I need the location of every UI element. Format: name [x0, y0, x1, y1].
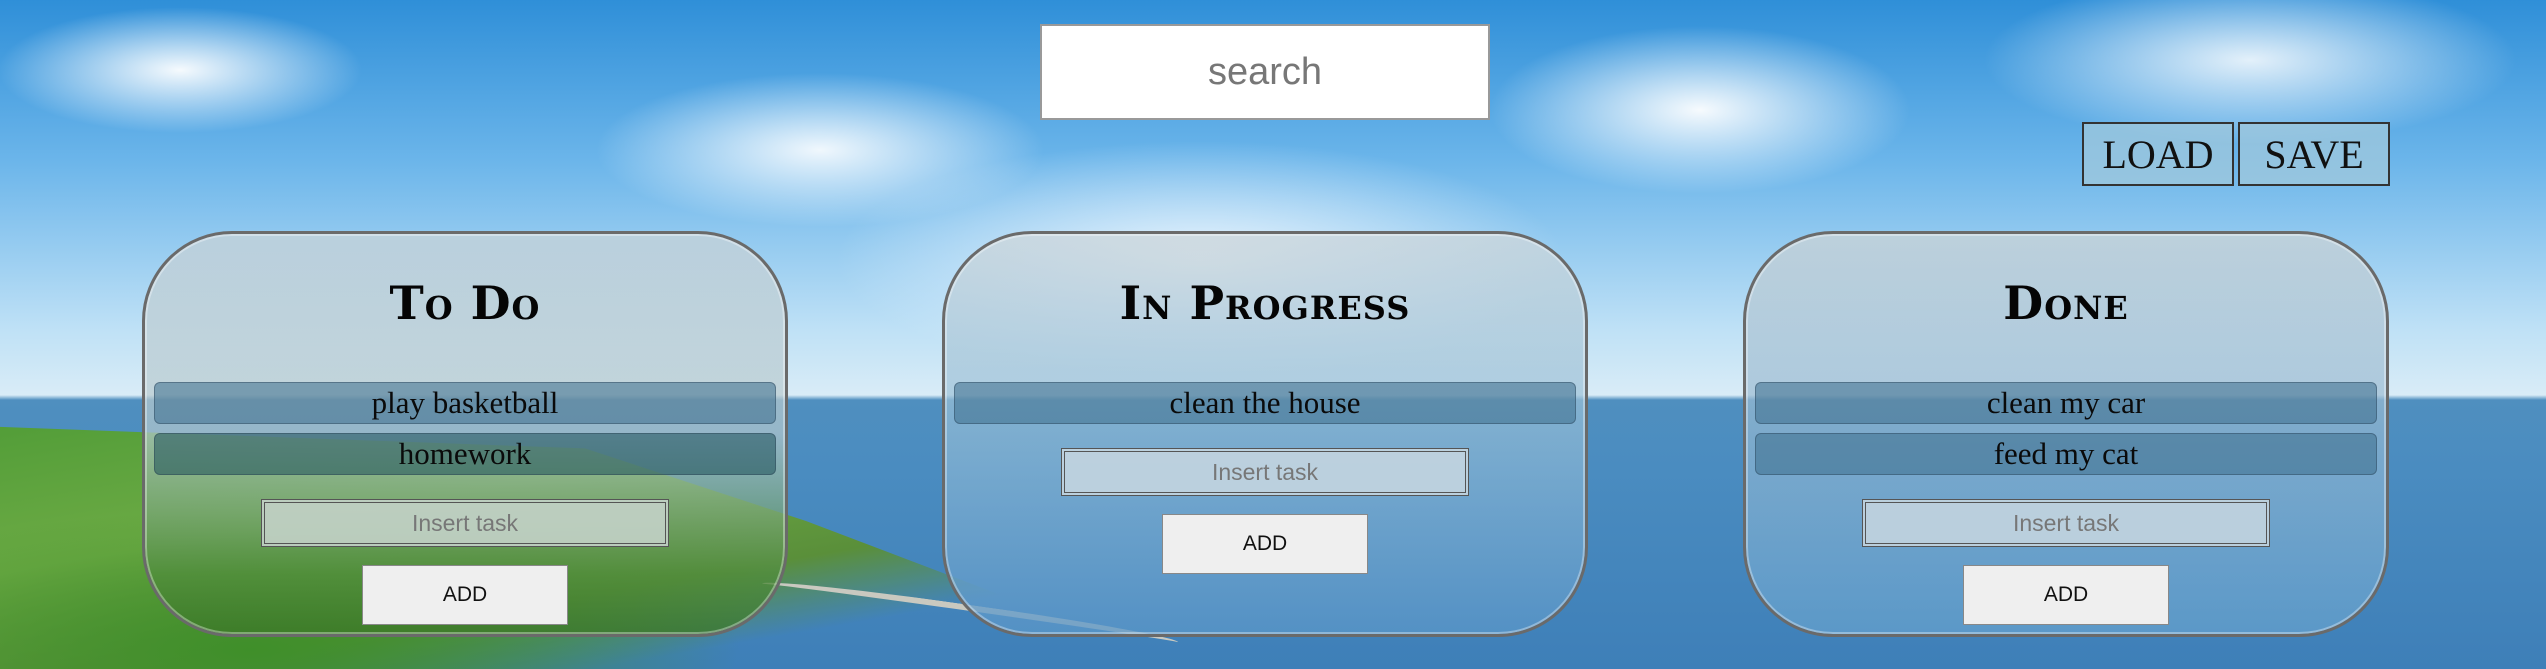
insert-task-input[interactable]: [1061, 448, 1469, 496]
task-item[interactable]: clean my car: [1755, 382, 2377, 424]
task-item[interactable]: play basketball: [154, 382, 776, 424]
task-item[interactable]: homework: [154, 433, 776, 475]
insert-task-input[interactable]: [261, 499, 669, 547]
add-task-button[interactable]: ADD: [1963, 565, 2169, 625]
column-done: Done clean my car feed my cat ADD: [1743, 231, 2389, 637]
column-title: Done: [2003, 276, 2129, 330]
column-todo: To Do play basketball homework ADD: [142, 231, 788, 637]
search-input[interactable]: [1042, 25, 1488, 119]
add-task-button[interactable]: ADD: [1162, 514, 1368, 574]
task-item[interactable]: clean the house: [954, 382, 1576, 424]
insert-task-input[interactable]: [1862, 499, 2270, 547]
column-title: In Progress: [1119, 276, 1411, 330]
task-item[interactable]: feed my cat: [1755, 433, 2377, 475]
load-button[interactable]: LOAD: [2082, 122, 2234, 186]
search-box: [1040, 24, 1490, 120]
column-title: To Do: [389, 276, 541, 330]
column-in-progress: In Progress clean the house ADD: [942, 231, 1588, 637]
save-button[interactable]: SAVE: [2238, 122, 2390, 186]
add-task-button[interactable]: ADD: [362, 565, 568, 625]
